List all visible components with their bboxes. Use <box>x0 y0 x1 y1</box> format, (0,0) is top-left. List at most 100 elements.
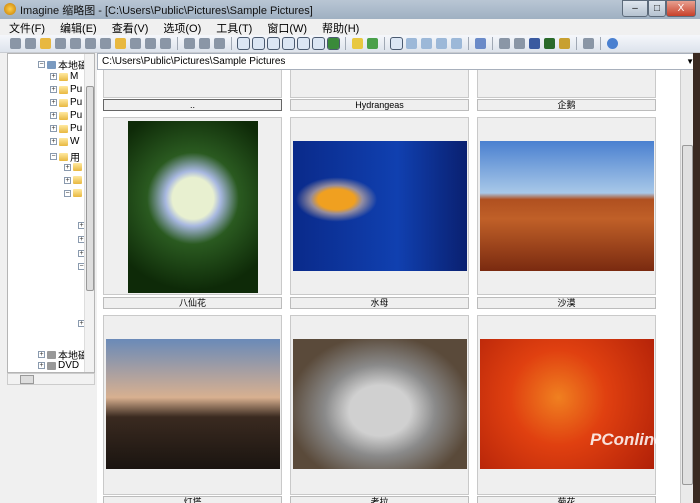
menu-file[interactable]: 文件(F) <box>0 19 51 35</box>
menu-options[interactable]: 选项(O) <box>154 19 207 35</box>
tree-label: Pu <box>70 110 83 121</box>
thumbnail-label[interactable]: .. <box>103 99 282 111</box>
tree-node[interactable]: + Pu <box>50 84 82 95</box>
scrollbar-thumb[interactable] <box>86 86 94 291</box>
folder-panel: − 本地磁 + M + Pu + Pu + Pu + Pu + W − 用 + + − + + … <box>0 53 97 503</box>
info-icon[interactable] <box>85 38 96 49</box>
tree-node-local-disk[interactable]: − 本地磁 <box>38 57 88 72</box>
tree-node[interactable]: + Pu <box>50 110 82 121</box>
tiles-icon[interactable] <box>421 38 432 49</box>
jellyfish-image <box>293 141 467 271</box>
edit-image-icon[interactable] <box>559 38 570 49</box>
watermark: PConline <box>590 430 664 449</box>
menu-view[interactable]: 查看(V) <box>103 19 155 35</box>
menu-tools[interactable]: 工具(T) <box>207 19 258 35</box>
koala-image <box>293 339 467 469</box>
tree-label: 用 <box>70 153 80 164</box>
thumbnail-cell[interactable] <box>477 70 656 98</box>
tree-icon[interactable] <box>252 37 265 50</box>
grid-icon[interactable] <box>297 37 310 50</box>
menu-bar: 文件(F) 编辑(E) 查看(V) 选项(O) 工具(T) 窗口(W) 帮助(H… <box>0 19 700 35</box>
thumbnail-label[interactable]: 水母 <box>290 297 469 309</box>
open-folder-icon[interactable] <box>40 38 51 49</box>
grid-scrollbar[interactable] <box>680 70 693 503</box>
panel-icon[interactable] <box>282 37 295 50</box>
menu-edit[interactable]: 编辑(E) <box>51 19 103 35</box>
capture-icon[interactable] <box>529 38 540 49</box>
print-icon[interactable] <box>70 38 81 49</box>
refresh-icon[interactable] <box>367 38 378 49</box>
menu-window[interactable]: 窗口(W) <box>258 19 313 35</box>
list-icon[interactable] <box>436 38 447 49</box>
maximize-button[interactable]: □ <box>648 0 666 17</box>
app-icon <box>4 3 16 15</box>
tree-node[interactable]: + M <box>50 71 78 82</box>
up-icon[interactable] <box>352 38 363 49</box>
thumbnail-label[interactable]: Hydrangeas <box>290 99 469 111</box>
separator <box>600 37 601 50</box>
address-bar[interactable]: C:\Users\Public\Pictures\Sample Pictures… <box>97 53 700 70</box>
convert-icon[interactable] <box>514 38 525 49</box>
help-icon[interactable] <box>607 38 618 49</box>
paste-icon[interactable] <box>214 38 225 49</box>
hydrangea-image <box>128 121 258 293</box>
preview-icon[interactable] <box>267 37 280 50</box>
thumb-icon[interactable] <box>312 37 325 50</box>
rename-icon[interactable] <box>130 38 141 49</box>
thumbnail-cell[interactable] <box>103 70 282 98</box>
title-bar: Imagine 缩略图 - [C:\Users\Public\Pictures\… <box>0 0 700 19</box>
thumbnail-cell[interactable] <box>103 315 282 495</box>
thumbnail-cell[interactable] <box>477 117 656 295</box>
separator <box>468 37 469 50</box>
tree-node-users[interactable]: − 用 <box>50 149 80 164</box>
thumbs-icon[interactable] <box>406 38 417 49</box>
view-icon[interactable] <box>10 38 21 49</box>
tree-node[interactable]: + Pu <box>50 123 82 134</box>
pen-icon[interactable] <box>583 38 594 49</box>
thumbnail-label[interactable]: 菊花 <box>477 496 656 503</box>
close-button[interactable]: X <box>666 0 696 17</box>
thumbnail-cell[interactable] <box>477 315 656 495</box>
scrollbar-thumb[interactable] <box>20 375 34 384</box>
tree-node[interactable]: + <box>64 176 82 184</box>
details-icon[interactable] <box>451 38 462 49</box>
batch-icon[interactable] <box>499 38 510 49</box>
thumbnail-label[interactable]: 考拉 <box>290 496 469 503</box>
tree-horizontal-scrollbar[interactable] <box>7 373 95 385</box>
cut-icon[interactable] <box>184 38 195 49</box>
copy-icon[interactable] <box>199 38 210 49</box>
window-frame <box>693 53 700 503</box>
thumbnail-cell[interactable] <box>103 117 282 295</box>
scrollbar-thumb[interactable] <box>682 145 693 485</box>
thumbnail-cell[interactable] <box>290 315 469 495</box>
thumbnail-label[interactable]: 灯塔 <box>103 496 282 503</box>
browse-icon[interactable] <box>25 38 36 49</box>
slideshow-icon[interactable] <box>100 38 111 49</box>
thumbnail-label[interactable]: 企鹅 <box>477 99 656 111</box>
window-title: Imagine 缩略图 - [C:\Users\Public\Pictures\… <box>20 5 313 17</box>
toolbar <box>0 35 700 53</box>
tree-node[interactable]: + <box>64 163 82 171</box>
settings-wrench-icon[interactable] <box>475 38 486 49</box>
new-folder-icon[interactable] <box>115 38 126 49</box>
thumbnail-cell[interactable] <box>290 117 469 295</box>
tree-node[interactable]: + Pu <box>50 97 82 108</box>
desert-image <box>480 141 654 271</box>
thumbnail-cell[interactable] <box>290 70 469 98</box>
tree-node[interactable]: + W <box>50 136 79 147</box>
image-icon[interactable] <box>327 37 340 50</box>
large-thumbs-icon[interactable] <box>390 37 403 50</box>
film-icon[interactable] <box>544 38 555 49</box>
tree-node-dvd[interactable]: + DVD <box>38 360 79 371</box>
minimize-button[interactable]: – <box>622 0 648 17</box>
tree-node[interactable]: − <box>64 189 82 197</box>
delete-icon[interactable] <box>145 38 156 49</box>
thumbnail-label[interactable]: 沙漠 <box>477 297 656 309</box>
tree-scrollbar[interactable] <box>84 54 94 372</box>
copy-file-icon[interactable] <box>55 38 66 49</box>
separator <box>231 37 232 50</box>
layout-icon[interactable] <box>237 37 250 50</box>
thumbnail-label[interactable]: 八仙花 <box>103 297 282 309</box>
menu-help[interactable]: 帮助(H) <box>313 19 365 35</box>
properties-icon[interactable] <box>160 38 171 49</box>
